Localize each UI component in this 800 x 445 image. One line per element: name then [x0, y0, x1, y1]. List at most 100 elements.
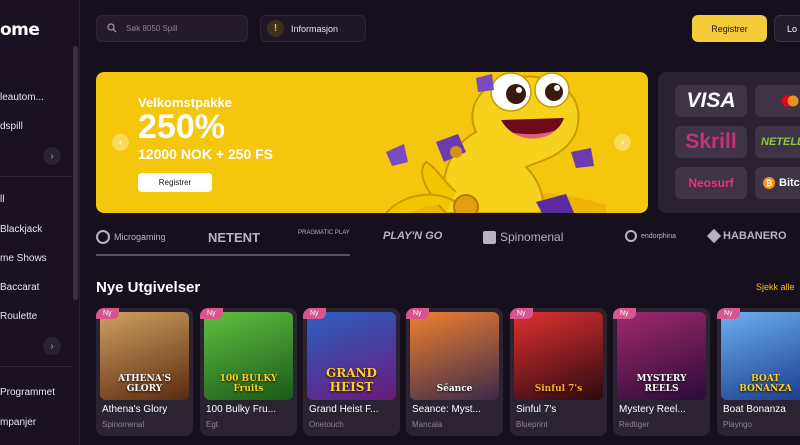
new-badge: Ny [406, 308, 429, 319]
game-name: Seance: Myst... [412, 404, 481, 415]
sidebar-item-bordspill[interactable]: dspill [0, 121, 23, 132]
game-card[interactable]: Sinful 7's Ny Sinful 7's Blueprint [510, 308, 607, 436]
game-card[interactable]: GRAND HEIST Ny Grand Heist F... Onetouch [303, 308, 400, 436]
sidebar-item-live-automater[interactable]: leautom... [0, 92, 44, 103]
lizard-mascot-illustration [385, 72, 606, 213]
register-button[interactable]: Registrer [692, 15, 767, 42]
new-badge: Ny [96, 308, 119, 319]
game-thumbnail[interactable]: GRAND HEIST [307, 312, 396, 400]
sidebar: ome leautom... dspill › ll Blackjack me … [0, 0, 80, 445]
search-input[interactable]: Søk 8050 Spill [96, 15, 248, 42]
game-thumbnail[interactable]: ATHENA'S GLORY [100, 312, 189, 400]
sidebar-item-blackjack[interactable]: Blackjack [0, 224, 42, 235]
banner-offer: 12000 NOK + 250 FS [138, 146, 274, 162]
brand-logo[interactable]: ome [0, 20, 40, 40]
provider-microgaming[interactable]: Microgaming [96, 230, 166, 244]
game-provider: Redtiger [619, 420, 650, 429]
information-label: Informasjon [291, 23, 339, 34]
neosurf-logo: Neosurf [675, 167, 747, 199]
game-provider: Mancala [412, 420, 443, 429]
sidebar-item-kampanjer[interactable]: mpanjer [0, 417, 36, 428]
skrill-logo: Skrill [675, 126, 747, 158]
provider-label: Microgaming [114, 232, 166, 242]
mastercard-logo [755, 85, 800, 117]
bitcoin-icon: ₿ [763, 177, 775, 189]
game-card[interactable]: 100 BULKY Fruits Ny 100 Bulky Fru... Egt [200, 308, 297, 436]
neteller-logo: NETELLER [755, 126, 800, 158]
game-thumbnail[interactable]: Sinful 7's [514, 312, 603, 400]
sidebar-item-roulette[interactable]: Roulette [0, 311, 37, 322]
thumbnail-title: ATHENA'S GLORY [117, 374, 171, 394]
sidebar-divider [0, 176, 72, 177]
login-button[interactable]: Lo [774, 15, 800, 42]
provider-pragmatic-play[interactable]: PRAGMATIC PLAY [298, 230, 350, 236]
sidebar-item-vip-programmet[interactable]: Programmet [0, 387, 55, 398]
info-icon: ! [267, 20, 284, 37]
banner-prev-arrow-icon[interactable]: ‹ [112, 134, 129, 151]
search-placeholder: Søk 8050 Spill [126, 24, 178, 33]
sidebar-item-game-shows[interactable]: me Shows [0, 253, 47, 264]
banner-register-button[interactable]: Registrer [138, 173, 212, 192]
provider-label: HABANERO [723, 230, 787, 242]
game-thumbnail[interactable]: 100 BULKY Fruits [204, 312, 293, 400]
game-provider: Blueprint [516, 420, 548, 429]
information-dropdown[interactable]: ! Informasjon [260, 15, 366, 42]
search-icon [107, 20, 117, 38]
provider-playngo[interactable]: PLAY'N GO [383, 230, 442, 242]
section-title: Nye Utgivelser [96, 279, 201, 296]
new-badge: Ny [613, 308, 636, 319]
game-name: Athena's Glory [102, 404, 168, 415]
new-badge: Ny [717, 308, 740, 319]
thumbnail-title: BOAT BONANZA [739, 374, 792, 394]
game-name: Mystery Reel... [619, 404, 686, 415]
game-card[interactable]: ATHENA'S GLORY Ny Athena's Glory Spinome… [96, 308, 193, 436]
game-name: Boat Bonanza [723, 404, 786, 415]
visa-logo: VISA [675, 85, 747, 117]
promo-banner[interactable]: Velkomstpakke 250% 12000 NOK + 250 FS Re… [96, 72, 648, 213]
game-provider: Egt [206, 420, 219, 429]
see-all-link[interactable]: Sjekk alle [756, 282, 795, 292]
sidebar-item-live[interactable]: ll [0, 194, 4, 205]
spinomenal-icon [483, 230, 496, 244]
provider-carousel[interactable]: Microgaming NETENT PRAGMATIC PLAY PLAY'N… [96, 224, 800, 254]
game-name: 100 Bulky Fru... [206, 404, 277, 415]
sidebar-expand-arrow-icon[interactable]: › [43, 337, 61, 355]
game-card[interactable]: BOAT BONANZA Ny Boat Bonanza Playngo [717, 308, 800, 436]
provider-endorphina[interactable]: endorphina [625, 230, 676, 242]
game-provider: Spinomenal [102, 420, 145, 429]
thumbnail-title: GRAND HEIST [326, 366, 377, 394]
provider-label: endorphina [641, 232, 677, 240]
provider-label: Spinomenal [500, 230, 564, 244]
thumbnail-title: Séance [436, 384, 473, 394]
banner-headline: 250% [138, 108, 225, 146]
payment-methods-panel: VISA Skrill NETELLER Neosurf ₿ Bitc [658, 72, 800, 213]
game-card[interactable]: MYSTERY REELS Ny Mystery Reel... Redtige… [613, 308, 710, 436]
endorphina-icon [625, 230, 637, 242]
sidebar-item-baccarat[interactable]: Baccarat [0, 282, 39, 293]
habanero-icon [706, 228, 722, 244]
bitcoin-logo: ₿ Bitc [755, 167, 800, 199]
provider-habanero[interactable]: HABANERO [706, 228, 787, 244]
sidebar-expand-arrow-icon[interactable]: › [43, 147, 61, 165]
provider-spinomenal[interactable]: Spinomenal [483, 230, 563, 244]
sidebar-divider [0, 366, 72, 367]
provider-scroll-indicator [96, 254, 350, 256]
new-badge: Ny [200, 308, 223, 319]
new-badge: Ny [303, 308, 326, 319]
thumbnail-title: 100 BULKY Fruits [219, 374, 278, 394]
bitcoin-label: Bitc [779, 177, 800, 189]
banner-next-arrow-icon[interactable]: › [614, 134, 631, 151]
game-provider: Onetouch [309, 420, 344, 429]
game-thumbnail[interactable]: MYSTERY REELS [617, 312, 706, 400]
game-thumbnail[interactable]: BOAT BONANZA [721, 312, 800, 400]
provider-netent[interactable]: NETENT [208, 230, 260, 245]
thumbnail-title: MYSTERY REELS [636, 374, 687, 394]
game-name: Sinful 7's [516, 404, 557, 415]
microgaming-icon [96, 230, 110, 244]
sidebar-scrollbar[interactable] [73, 46, 78, 300]
game-card[interactable]: Séance Ny Seance: Myst... Mancala [406, 308, 503, 436]
game-provider: Playngo [723, 420, 752, 429]
new-badge: Ny [510, 308, 533, 319]
thumbnail-title: Sinful 7's [534, 384, 583, 394]
game-thumbnail[interactable]: Séance [410, 312, 499, 400]
